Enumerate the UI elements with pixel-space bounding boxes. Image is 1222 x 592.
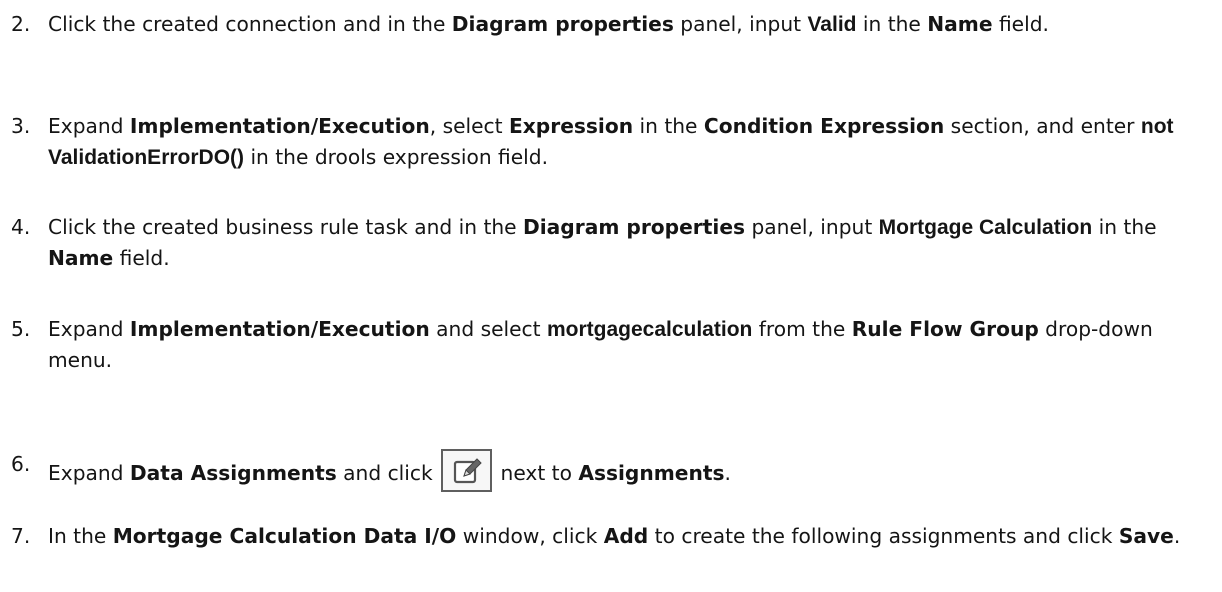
ui-term: Expression (508, 114, 634, 138)
ui-term: Diagram properties (451, 12, 674, 36)
ui-term: Condition Expression (703, 114, 945, 138)
step-text: Expand Data Assignments and click next t… (48, 449, 1216, 492)
step-text: In the Mortgage Calculation Data I/O win… (48, 524, 1181, 548)
step-number: 4. (11, 215, 31, 239)
step-number: 5. (11, 317, 31, 341)
step-number: 6. (11, 452, 31, 476)
pencil-on-paper-icon (454, 458, 482, 484)
ui-term: Save (1118, 524, 1174, 548)
ui-term: Add (603, 524, 649, 548)
ui-term: Rule Flow Group (851, 317, 1039, 341)
ui-term: Assignments (578, 461, 725, 485)
step-number: 2. (11, 12, 31, 36)
step-text: Expand Implementation/Execution, select … (48, 114, 1174, 169)
step-text: Expand Implementation/Execution and sele… (48, 317, 1153, 372)
ui-term: Name (48, 246, 114, 270)
step-text: Click the created connection and in the … (48, 12, 1049, 36)
ui-term: Mortgage Calculation Data I/O (112, 524, 457, 548)
ui-term: Implementation/Execution (129, 114, 430, 138)
user-input-value: Mortgage Calculation (878, 216, 1093, 239)
ui-term: Implementation/Execution (129, 317, 430, 341)
user-input-value: Valid (807, 13, 857, 36)
ui-term: Diagram properties (523, 215, 746, 239)
ui-term: Name (927, 12, 993, 36)
ui-term: Data Assignments (129, 461, 337, 485)
user-input-value: mortgagecalculation (546, 318, 753, 341)
step-number: 3. (11, 114, 31, 138)
step-text: Click the created business rule task and… (48, 215, 1157, 270)
edit-icon[interactable] (441, 449, 493, 492)
step-number: 7. (11, 524, 31, 548)
